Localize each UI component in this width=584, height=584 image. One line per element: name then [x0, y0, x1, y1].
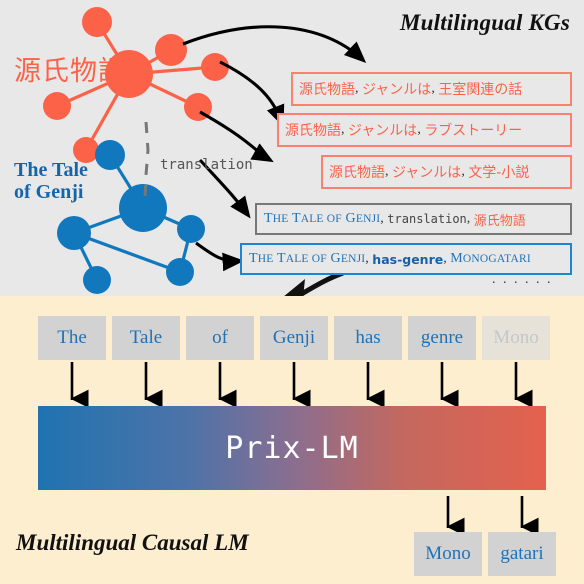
translation-relation-label: translation — [160, 157, 253, 173]
triple-relation-ja: ジャンルは — [392, 165, 462, 181]
triple-box-love-story[interactable]: 源氏物語, ジャンルは, ラブストーリー — [277, 113, 572, 147]
triple-tail-ja: 源氏物語 — [473, 213, 526, 229]
prix-lm-model-label: Prix-LM — [225, 430, 359, 466]
triple-tail-en: MONOGATARI — [450, 251, 531, 266]
kg-entity-label-en-line1: The Tale — [14, 159, 88, 181]
input-token-mono[interactable]: Mono — [482, 316, 550, 360]
translation-dashed-link — [143, 121, 150, 201]
lm-panel-title: Multilingual Causal LM — [16, 530, 249, 555]
input-token-genji[interactable]: Genji — [260, 316, 328, 360]
output-token-gatari[interactable]: gatari — [488, 532, 556, 576]
kg-panel-title: Multilingual KGs — [399, 10, 570, 35]
triple-head-ja: 源氏物語 — [329, 165, 385, 181]
triple-tail-ja: ラブストーリー — [424, 123, 523, 139]
triple-box-royal-tale[interactable]: 源氏物語, ジャンルは, 王室関連の話 — [291, 72, 572, 106]
triple-head-en: THE TALE OF GENJI — [249, 251, 366, 266]
triple-box-translation[interactable]: THE TALE OF GENJI, translation, 源氏物語 — [255, 203, 572, 235]
kg-to-lm-arrow — [284, 270, 344, 296]
input-token-has[interactable]: has — [334, 316, 402, 360]
input-token-of[interactable]: of — [186, 316, 254, 360]
triple-relation-ja: ジャンルは — [348, 123, 418, 139]
output-token-mono[interactable]: Mono — [414, 532, 482, 576]
input-token-the[interactable]: The — [38, 316, 106, 360]
triple-relation-en: has-genre — [372, 251, 444, 267]
figure-root: Multilingual KGs 源氏物語 The Tale of Genji … — [0, 0, 584, 584]
kg-entity-label-en: The Tale of Genji — [14, 159, 88, 203]
kg-entity-label-en-line2: of Genji — [14, 180, 84, 203]
kg-entity-label-ja: 源氏物語 — [14, 56, 126, 87]
triple-box-literary-novel[interactable]: 源氏物語, ジャンルは, 文学-小説 — [321, 155, 572, 189]
triple-relation-en: translation — [387, 212, 467, 226]
triple-relation-ja: ジャンルは — [362, 82, 432, 98]
triple-box-has-genre[interactable]: THE TALE OF GENJI, has-genre, MONOGATARI — [240, 243, 572, 275]
multilingual-kg-panel: Multilingual KGs 源氏物語 The Tale of Genji … — [0, 0, 584, 296]
triple-tail-ja: 文学-小説 — [468, 165, 530, 181]
triple-head-ja: 源氏物語 — [299, 82, 355, 98]
triple-head-ja: 源氏物語 — [285, 123, 341, 139]
triple-head-en: THE TALE OF GENJI — [264, 211, 381, 226]
input-token-tale[interactable]: Tale — [112, 316, 180, 360]
input-token-genre[interactable]: genre — [408, 316, 476, 360]
triples-ellipsis: . . . . . . — [492, 272, 553, 287]
triple-tail-ja: 王室関連の話 — [438, 82, 523, 98]
